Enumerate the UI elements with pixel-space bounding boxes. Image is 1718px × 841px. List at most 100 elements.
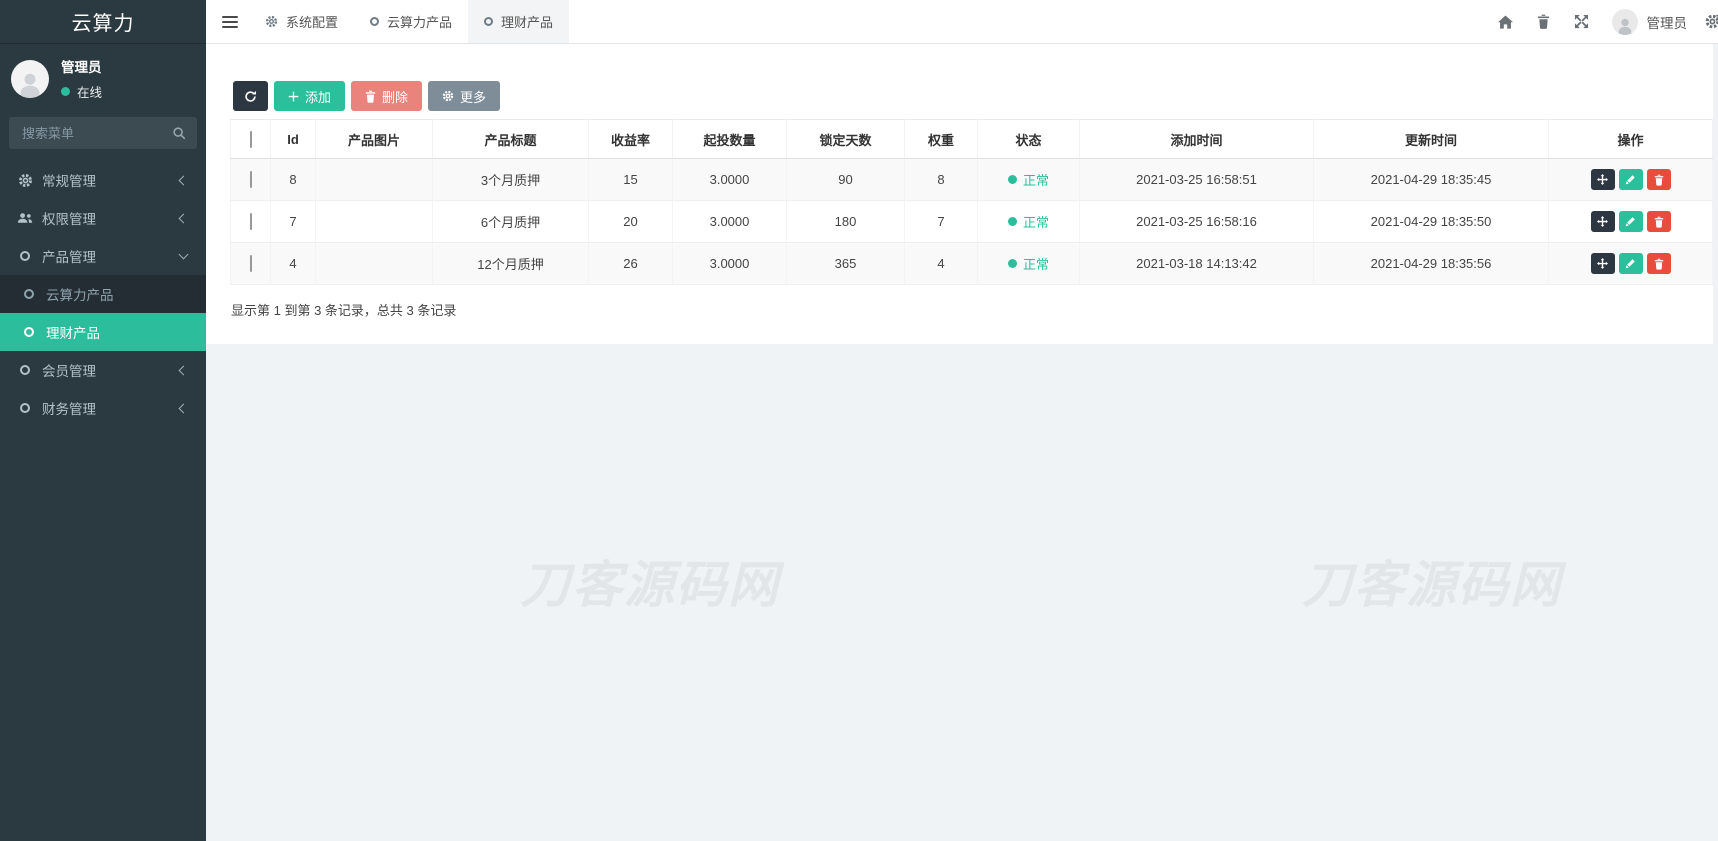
row-checkbox[interactable] bbox=[250, 213, 252, 230]
sidebar-item-label: 理财产品 bbox=[46, 322, 100, 342]
tab-wealth-products[interactable]: 理财产品 bbox=[468, 0, 569, 43]
user-avatar bbox=[11, 60, 49, 98]
cell-min-invest: 3.0000 bbox=[673, 201, 787, 243]
col-header-min-invest[interactable]: 起投数量 bbox=[673, 120, 787, 159]
app-logo[interactable]: 云算力 bbox=[0, 0, 206, 44]
row-actions bbox=[1550, 169, 1711, 190]
cell-title: 3个月质押 bbox=[433, 159, 589, 201]
sidebar: 云算力 管理员 在线 bbox=[0, 0, 206, 841]
cogs-icon[interactable] bbox=[1701, 13, 1718, 30]
top-navbar: 系统配置 云算力产品 理财产品 bbox=[206, 0, 1718, 44]
circle-icon bbox=[17, 403, 33, 413]
cell-rate: 26 bbox=[589, 243, 673, 285]
watermark: 刀客源码网 bbox=[1302, 545, 1562, 617]
trash-icon bbox=[1654, 216, 1664, 228]
move-button[interactable] bbox=[1591, 169, 1615, 190]
sidebar-item-label: 权限管理 bbox=[42, 208, 96, 228]
col-header-title[interactable]: 产品标题 bbox=[433, 120, 589, 159]
user-name: 管理员 bbox=[61, 56, 102, 76]
sidebar-toggle-icon[interactable] bbox=[222, 16, 238, 28]
cell-lock-days: 90 bbox=[787, 159, 905, 201]
col-header-weight[interactable]: 权重 bbox=[905, 120, 978, 159]
table-row: 8 3个月质押 15 3.0000 90 8 正常 2021-03-25 16:… bbox=[231, 159, 1713, 201]
sidebar-item-general[interactable]: 常规管理 bbox=[0, 161, 206, 199]
circle-icon bbox=[21, 327, 37, 337]
fullscreen-icon[interactable] bbox=[1574, 14, 1590, 29]
delete-button[interactable]: 删除 bbox=[351, 81, 422, 111]
trash-icon bbox=[1654, 174, 1664, 186]
sidebar-item-label: 会员管理 bbox=[42, 360, 96, 380]
more-button[interactable]: 更多 bbox=[428, 81, 500, 111]
users-icon bbox=[17, 211, 33, 225]
col-header-rate[interactable]: 收益率 bbox=[589, 120, 673, 159]
add-button[interactable]: 添加 bbox=[274, 81, 345, 111]
edit-button[interactable] bbox=[1619, 211, 1643, 232]
gears-icon bbox=[17, 173, 33, 188]
sidebar-item-members[interactable]: 会员管理 bbox=[0, 351, 206, 389]
cell-updated-at: 2021-04-29 18:35:45 bbox=[1314, 159, 1549, 201]
chevron-left-icon bbox=[179, 175, 189, 185]
cell-added-at: 2021-03-25 16:58:51 bbox=[1080, 159, 1314, 201]
circle-icon bbox=[370, 17, 379, 26]
col-header-updated-at[interactable]: 更新时间 bbox=[1314, 120, 1549, 159]
sidebar-item-products[interactable]: 产品管理 bbox=[0, 237, 206, 275]
chevron-left-icon bbox=[179, 403, 189, 413]
row-delete-button[interactable] bbox=[1647, 211, 1671, 232]
navbar-user-label: 管理员 bbox=[1647, 12, 1688, 32]
sidebar-item-wealth-products[interactable]: 理财产品 bbox=[0, 313, 206, 351]
sidebar-item-label: 云算力产品 bbox=[46, 284, 114, 304]
col-header-status[interactable]: 状态 bbox=[978, 120, 1080, 159]
col-header-added-at[interactable]: 添加时间 bbox=[1080, 120, 1314, 159]
person-icon bbox=[1615, 15, 1635, 35]
table-row: 4 12个月质押 26 3.0000 365 4 正常 2021-03-18 1… bbox=[231, 243, 1713, 285]
status-badge: 正常 bbox=[1008, 254, 1049, 273]
row-actions bbox=[1550, 211, 1711, 232]
table-panel: 添加 删除 更多 bbox=[206, 44, 1713, 344]
sidebar-search bbox=[9, 117, 197, 149]
navbar-user-menu[interactable]: 管理员 bbox=[1612, 9, 1688, 35]
chevron-left-icon bbox=[179, 213, 189, 223]
user-status: 在线 bbox=[61, 82, 102, 101]
col-header-actions[interactable]: 操作 bbox=[1549, 120, 1713, 159]
tab-system-config[interactable]: 系统配置 bbox=[249, 0, 354, 43]
online-dot-icon bbox=[61, 87, 70, 96]
col-header-lock-days[interactable]: 锁定天数 bbox=[787, 120, 905, 159]
tab-cloud-power-products[interactable]: 云算力产品 bbox=[354, 0, 468, 43]
status-badge: 正常 bbox=[1008, 212, 1049, 231]
tab-label: 云算力产品 bbox=[387, 12, 452, 31]
col-header-image[interactable]: 产品图片 bbox=[316, 120, 433, 159]
search-icon[interactable] bbox=[172, 126, 186, 140]
move-icon bbox=[1597, 258, 1608, 269]
sidebar-item-label: 常规管理 bbox=[42, 170, 96, 190]
select-all-checkbox[interactable] bbox=[250, 131, 252, 148]
status-dot-icon bbox=[1008, 175, 1017, 184]
sidebar-item-permissions[interactable]: 权限管理 bbox=[0, 199, 206, 237]
sidebar-item-cloud-power-products[interactable]: 云算力产品 bbox=[0, 275, 206, 313]
row-checkbox[interactable] bbox=[250, 255, 252, 272]
row-delete-button[interactable] bbox=[1647, 169, 1671, 190]
move-button[interactable] bbox=[1591, 253, 1615, 274]
row-actions bbox=[1550, 253, 1711, 274]
status-badge: 正常 bbox=[1008, 170, 1049, 189]
navbar-right: 管理员 bbox=[1498, 9, 1718, 35]
move-button[interactable] bbox=[1591, 211, 1615, 232]
refresh-icon bbox=[244, 90, 257, 103]
row-checkbox[interactable] bbox=[250, 171, 252, 188]
watermark: 刀客源码网 bbox=[520, 545, 780, 617]
cell-lock-days: 180 bbox=[787, 201, 905, 243]
edit-button[interactable] bbox=[1619, 253, 1643, 274]
cell-updated-at: 2021-04-29 18:35:50 bbox=[1314, 201, 1549, 243]
refresh-button[interactable] bbox=[233, 81, 268, 111]
sidebar-item-finance[interactable]: 财务管理 bbox=[0, 389, 206, 427]
trash-icon[interactable] bbox=[1536, 14, 1552, 29]
row-delete-button[interactable] bbox=[1647, 253, 1671, 274]
cell-title: 6个月质押 bbox=[433, 201, 589, 243]
col-header-id[interactable]: Id bbox=[271, 120, 316, 159]
cell-weight: 4 bbox=[905, 243, 978, 285]
sidebar-menu: 常规管理 权限管理 产品管理 云算力产品 bbox=[0, 161, 206, 427]
tab-label: 理财产品 bbox=[501, 12, 553, 31]
add-button-label: 添加 bbox=[305, 87, 331, 106]
home-icon[interactable] bbox=[1498, 15, 1514, 29]
search-input[interactable] bbox=[20, 125, 172, 142]
edit-button[interactable] bbox=[1619, 169, 1643, 190]
